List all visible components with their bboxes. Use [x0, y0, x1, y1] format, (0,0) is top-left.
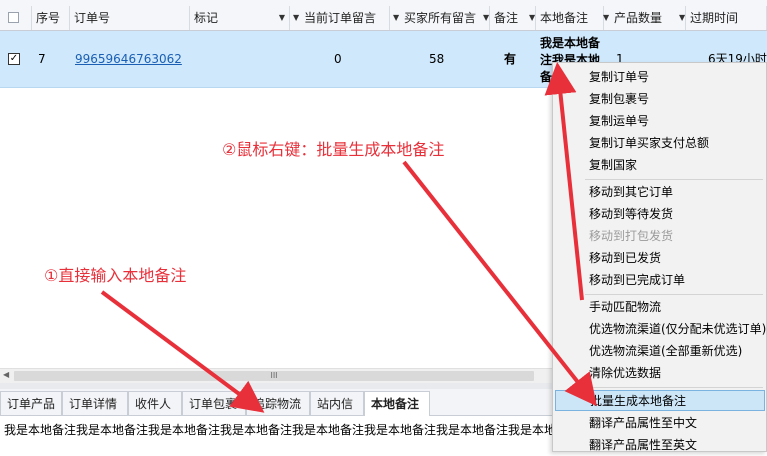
scroll-left-icon[interactable]: ◀ [3, 370, 9, 379]
menu-optimize-all[interactable]: 优选物流渠道(全部重新优选) [555, 341, 765, 362]
menu-translate-attrs-chinese[interactable]: 翻译产品属性至中文 [555, 413, 765, 434]
select-all-checkbox[interactable] [8, 12, 19, 23]
sort-dropdown-icon[interactable]: ▼ [603, 6, 609, 30]
menu-move-shipped[interactable]: 移动到已发货 [555, 248, 765, 269]
sort-dropdown-icon[interactable]: ▼ [483, 6, 489, 30]
context-menu: 复制订单号 复制包裹号 复制运单号 复制订单买家支付总额 复制国家 移动到其它订… [552, 62, 767, 452]
header-select-all[interactable] [0, 6, 32, 30]
menu-manual-match-logistics[interactable]: 手动匹配物流 [555, 297, 765, 318]
column-header-index[interactable]: 序号 [32, 6, 70, 30]
current-msg-count: 0 [334, 52, 342, 66]
row-index: 7 [38, 52, 46, 66]
detail-tabbar: 订单产品 订单详情 收件人 订单包裹 追踪物流 站内信 本地备注 [0, 389, 552, 416]
sort-dropdown-icon[interactable]: ▼ [529, 6, 535, 30]
menu-move-awaiting-shipment[interactable]: 移动到等待发货 [555, 204, 765, 225]
menu-separator [585, 179, 763, 180]
grid-header: 序号 订单号 标记 ▼ ▼ 当前订单留言 ▼ 买家所有留言 ▼ 备注 ▼ 本地备注 ▼ 产品… [0, 6, 767, 31]
buyer-msg-count: 58 [429, 52, 445, 66]
menu-move-other-orders[interactable]: 移动到其它订单 [555, 182, 765, 203]
tab-messages[interactable]: 站内信 [310, 391, 364, 415]
menu-copy-country[interactable]: 复制国家 [555, 155, 765, 176]
tab-order-products[interactable]: 订单产品 [0, 391, 62, 415]
menu-copy-package-no[interactable]: 复制包裹号 [555, 89, 765, 110]
menu-copy-buyer-total[interactable]: 复制订单买家支付总额 [555, 133, 765, 154]
column-header-current-msg[interactable]: ▼ 当前订单留言 [290, 6, 390, 30]
tab-recipient[interactable]: 收件人 [128, 391, 182, 415]
menu-copy-order-no[interactable]: 复制订单号 [555, 67, 765, 88]
tab-order-packages[interactable]: 订单包裹 [182, 391, 246, 415]
column-header-mark[interactable]: 标记 ▼ [190, 6, 290, 30]
menu-separator [585, 294, 763, 295]
annotation-step2: ②鼠标右键：批量生成本地备注 [222, 140, 445, 159]
annotation-step1: ①直接输入本地备注 [44, 266, 187, 285]
sort-dropdown-icon[interactable]: ▼ [293, 6, 299, 30]
column-header-order-no[interactable]: 订单号 [70, 6, 190, 30]
menu-separator [585, 387, 763, 388]
menu-move-packing: 移动到打包发货 [589, 229, 674, 243]
menu-optimize-unassigned[interactable]: 优选物流渠道(仅分配未优选订单) [555, 319, 766, 340]
tab-local-note[interactable]: 本地备注 [364, 391, 430, 416]
tab-order-details[interactable]: 订单详情 [62, 391, 128, 415]
remark-value: 有 [504, 52, 517, 66]
menu-translate-attrs-english[interactable]: 翻译产品属性至英文 [555, 435, 765, 456]
column-header-expire[interactable]: ▼ 过期时间 [676, 6, 767, 30]
column-header-local-note[interactable]: ▼ 本地备注 [526, 6, 604, 30]
horizontal-scrollbar[interactable]: ◀ III [0, 368, 552, 383]
column-header-product-qty[interactable]: ▼ 产品数量 [600, 6, 686, 30]
sort-dropdown-icon[interactable]: ▼ [679, 6, 685, 30]
scrollbar-thumb[interactable]: III [14, 371, 534, 381]
sort-dropdown-icon[interactable]: ▼ [393, 6, 399, 30]
column-header-buyer-msg[interactable]: ▼ 买家所有留言 [390, 6, 490, 30]
local-note-textarea[interactable]: 我是本地备注我是本地备注我是本地备注我是本地备注我是本地备注我是本地备注我是本地… [4, 421, 552, 438]
sort-dropdown-icon[interactable]: ▼ [279, 6, 285, 30]
row-checkbox[interactable]: ✓ [8, 53, 20, 65]
menu-copy-waybill-no[interactable]: 复制运单号 [555, 111, 765, 132]
menu-clear-optimization[interactable]: 清除优选数据 [555, 363, 765, 384]
menu-move-completed[interactable]: 移动到已完成订单 [555, 270, 765, 291]
menu-batch-generate-local-note[interactable]: 批量生成本地备注 [555, 390, 765, 411]
order-number-link[interactable]: 99659646763062 [75, 52, 182, 66]
tab-tracking[interactable]: 追踪物流 [246, 391, 310, 415]
